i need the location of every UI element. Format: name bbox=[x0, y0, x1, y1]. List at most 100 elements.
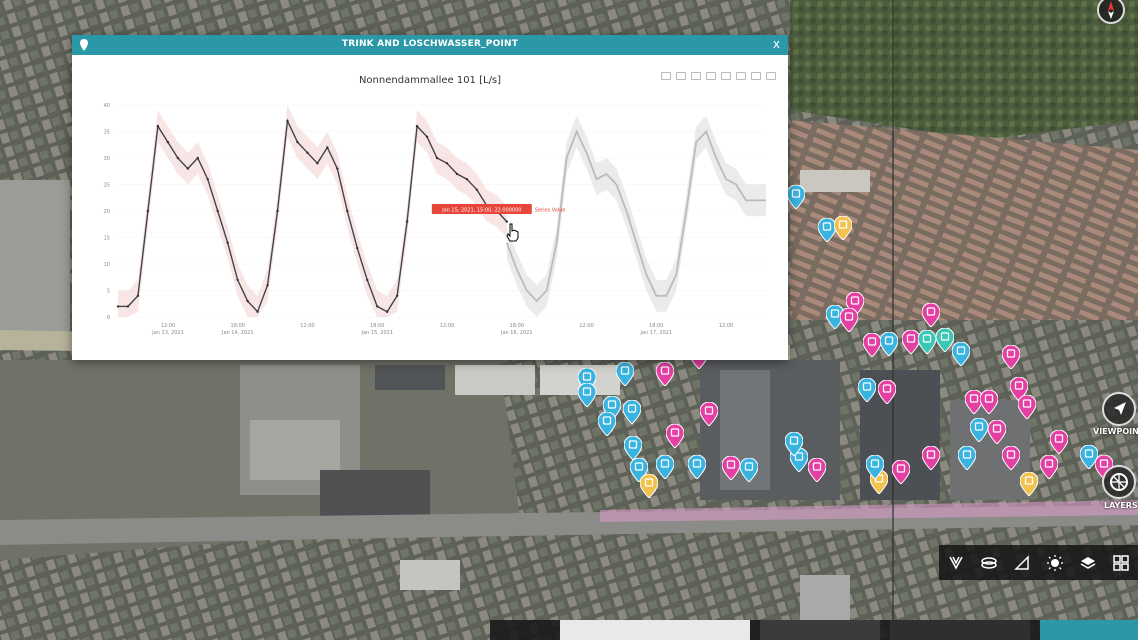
data-point bbox=[216, 209, 219, 213]
map-pin-icon[interactable] bbox=[922, 303, 940, 327]
map-pin-icon[interactable] bbox=[878, 380, 896, 404]
map-pin-icon[interactable] bbox=[666, 424, 684, 448]
layers-label: LAYERS bbox=[1104, 501, 1138, 510]
map-pin-icon[interactable] bbox=[616, 362, 634, 386]
compass-icon[interactable] bbox=[1094, 0, 1128, 28]
data-point bbox=[306, 151, 309, 154]
grid-icon[interactable] bbox=[1111, 553, 1131, 573]
map-pin-icon[interactable] bbox=[688, 455, 706, 479]
data-point bbox=[376, 305, 379, 308]
map-pin-icon[interactable] bbox=[623, 400, 641, 424]
map-pin-icon[interactable] bbox=[863, 333, 881, 357]
sun-icon[interactable] bbox=[1045, 553, 1065, 573]
hand-cursor-icon bbox=[506, 223, 519, 242]
map-pin-icon[interactable] bbox=[840, 308, 858, 332]
map-pin-icon[interactable] bbox=[1018, 395, 1036, 419]
bottom-bar-segment[interactable] bbox=[890, 620, 1030, 640]
map-pin-icon[interactable] bbox=[624, 436, 642, 460]
data-point bbox=[445, 162, 449, 165]
data-point bbox=[435, 156, 439, 160]
map-pin-icon[interactable] bbox=[1002, 345, 1020, 369]
data-point bbox=[276, 209, 279, 213]
navigation-arrow-icon bbox=[1114, 402, 1126, 415]
x-tick-label: Jan 16, 2021 bbox=[500, 330, 533, 336]
x-tick-label: Jan 17, 2021 bbox=[639, 330, 672, 336]
map-pin-icon[interactable] bbox=[656, 362, 674, 386]
tooltip-text: Jan 15, 2021, 15:00, 22.000000 bbox=[441, 208, 521, 214]
map-pin-icon[interactable] bbox=[922, 446, 940, 470]
map-pin-icon[interactable] bbox=[958, 446, 976, 470]
data-point bbox=[206, 178, 209, 181]
map-pin-icon[interactable] bbox=[858, 378, 876, 402]
x-tick-label: 18:00 bbox=[649, 323, 663, 329]
map-pin-icon[interactable] bbox=[785, 432, 803, 456]
measure-icon[interactable] bbox=[1012, 553, 1032, 573]
data-point bbox=[415, 125, 419, 128]
x-tick-label: 12:00 bbox=[300, 323, 314, 329]
pin-filter-icon[interactable] bbox=[946, 553, 966, 573]
map-pin-icon[interactable] bbox=[918, 330, 936, 354]
y-tick-label: 10 bbox=[104, 262, 110, 268]
data-point bbox=[296, 140, 299, 144]
data-point bbox=[196, 156, 199, 160]
map-pin-icon[interactable] bbox=[880, 332, 898, 356]
layers-icon[interactable] bbox=[1078, 553, 1098, 573]
map-pin-icon[interactable] bbox=[866, 455, 884, 479]
chart-popup-panel: TRINK AND LOSCHWASSER_POINT x Nonnendamm… bbox=[72, 35, 788, 360]
map-pin-icon[interactable] bbox=[656, 455, 674, 479]
map-pin-icon[interactable] bbox=[892, 460, 910, 484]
stack-icon[interactable] bbox=[979, 553, 999, 573]
bottom-bar-segment[interactable] bbox=[760, 620, 880, 640]
map-pin-icon[interactable] bbox=[740, 458, 758, 482]
viewpoint-label: VIEWPOINT bbox=[1093, 427, 1138, 436]
data-point bbox=[475, 188, 479, 191]
y-tick-label: 30 bbox=[104, 156, 110, 162]
x-tick-label: 12:00 bbox=[719, 323, 733, 329]
map-pin-icon[interactable] bbox=[700, 402, 718, 426]
data-point bbox=[336, 167, 339, 170]
x-tick-label: 12:00 bbox=[440, 323, 454, 329]
bottom-bar-segment[interactable] bbox=[1040, 620, 1138, 640]
map-pin-icon[interactable] bbox=[952, 342, 970, 366]
map-pin-icon[interactable] bbox=[980, 390, 998, 414]
data-point bbox=[455, 172, 459, 176]
map-pin-icon[interactable] bbox=[834, 216, 852, 240]
y-tick-label: 5 bbox=[107, 289, 110, 295]
x-tick-label: Jan 13, 2021 bbox=[151, 330, 184, 336]
data-point bbox=[186, 167, 189, 170]
data-point bbox=[226, 241, 229, 244]
map-pin-icon[interactable] bbox=[578, 383, 596, 407]
data-point bbox=[156, 125, 160, 128]
data-point bbox=[465, 178, 469, 181]
layers-button[interactable] bbox=[1102, 465, 1136, 499]
map-pin-icon[interactable] bbox=[787, 185, 805, 209]
map-pin-icon[interactable] bbox=[970, 418, 988, 442]
data-point bbox=[126, 305, 130, 308]
map-pin-icon[interactable] bbox=[808, 458, 826, 482]
map-pin-icon[interactable] bbox=[640, 474, 658, 498]
line-chart[interactable]: 051015202530354012:00Jan 13, 202118:00Ja… bbox=[72, 35, 788, 360]
x-tick-label: Jan 14, 2021 bbox=[221, 330, 254, 336]
map-pin-icon[interactable] bbox=[722, 456, 740, 480]
map-pin-icon[interactable] bbox=[1002, 446, 1020, 470]
y-tick-label: 40 bbox=[104, 103, 110, 109]
map-pin-icon[interactable] bbox=[1040, 455, 1058, 479]
y-tick-label: 35 bbox=[104, 130, 110, 136]
data-point bbox=[176, 156, 180, 160]
y-tick-label: 15 bbox=[104, 236, 110, 242]
map-pin-icon[interactable] bbox=[1020, 472, 1038, 496]
map-pin-icon[interactable] bbox=[1050, 430, 1068, 454]
x-tick-label: 12:00 bbox=[579, 323, 593, 329]
data-point bbox=[346, 209, 349, 213]
map-toolbar bbox=[939, 545, 1138, 580]
bottom-bar-segment[interactable] bbox=[560, 620, 750, 640]
data-point bbox=[286, 119, 289, 123]
x-tick-label: 18:00 bbox=[231, 323, 245, 329]
map-pin-icon[interactable] bbox=[988, 420, 1006, 444]
map-pin-icon[interactable] bbox=[598, 412, 616, 436]
aperture-icon bbox=[1110, 473, 1128, 491]
viewpoint-button[interactable] bbox=[1102, 392, 1136, 426]
x-tick-label: 18:00 bbox=[510, 323, 524, 329]
y-tick-label: 25 bbox=[104, 183, 110, 189]
data-point bbox=[425, 135, 429, 138]
